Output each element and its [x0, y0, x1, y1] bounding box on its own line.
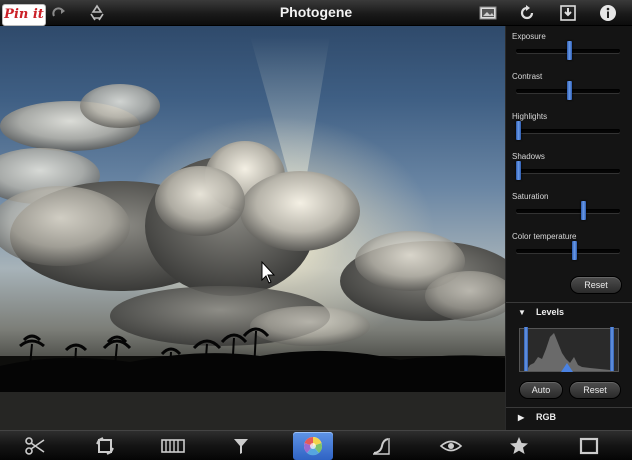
exposure-slider-thumb[interactable]: [567, 41, 573, 60]
reset-adjustments-button[interactable]: Reset: [570, 276, 622, 294]
bottom-toolbar: [0, 430, 632, 460]
levels-black-point-handle[interactable]: [523, 327, 528, 371]
adjustment-saturation: Saturation: [512, 192, 624, 232]
pin-it-button[interactable]: Pin it: [2, 4, 46, 26]
levels-white-point-handle[interactable]: [610, 327, 615, 371]
adjustment-label: Color temperature: [512, 232, 577, 241]
highlights-slider-track[interactable]: [516, 129, 620, 133]
info-icon[interactable]: [597, 2, 619, 24]
adjustment-label: Exposure: [512, 32, 546, 41]
highlights-slider-thumb[interactable]: [516, 121, 521, 140]
adjustment-label: Shadows: [512, 152, 545, 161]
levels-histogram[interactable]: [519, 327, 619, 372]
rgb-section-header[interactable]: ▶ RGB: [506, 407, 632, 427]
shadows-slider-thumb[interactable]: [516, 161, 521, 180]
image-icon[interactable]: [477, 2, 499, 24]
saturation-slider-track[interactable]: [516, 209, 620, 213]
rgb-title: RGB: [536, 412, 556, 422]
levels-title: Levels: [536, 307, 565, 317]
collapsed-triangle-icon: ▶: [518, 413, 525, 422]
levels-midtone-handle[interactable]: [561, 363, 574, 372]
crop-icon[interactable]: [22, 434, 48, 458]
filter-icon[interactable]: [228, 434, 254, 458]
curves-icon[interactable]: [368, 434, 394, 458]
contrast-slider-thumb[interactable]: [567, 81, 573, 100]
rotate-icon[interactable]: [92, 434, 118, 458]
levels-section-header[interactable]: ▼ Levels: [506, 302, 632, 322]
color-temperature-slider-thumb[interactable]: [572, 241, 578, 260]
adjustment-label: Highlights: [512, 112, 548, 121]
levels-auto-button[interactable]: Auto: [519, 381, 563, 399]
adjustment-label: Saturation: [512, 192, 549, 201]
adjustment-highlights: Highlights: [512, 112, 624, 152]
levels-reset-button[interactable]: Reset: [569, 381, 621, 399]
refresh-icon[interactable]: [516, 2, 538, 24]
saturation-slider-thumb[interactable]: [581, 201, 587, 220]
star-icon[interactable]: [506, 434, 532, 458]
adjustments-panel: Exposure Contrast Highlights Shadows Sat…: [505, 26, 632, 430]
adjustment-shadows: Shadows: [512, 152, 624, 192]
adjustment-color-temperature: Color temperature: [512, 232, 624, 272]
expanded-triangle-icon: ▼: [518, 308, 526, 317]
shadows-slider-track[interactable]: [516, 169, 620, 173]
photo-canvas[interactable]: [0, 26, 505, 430]
adjustment-contrast: Contrast: [512, 72, 624, 112]
adjustment-label: Contrast: [512, 72, 543, 81]
color-wheel-icon[interactable]: [300, 434, 326, 458]
redeye-icon[interactable]: [438, 434, 464, 458]
color-temperature-slider-track[interactable]: [516, 249, 620, 253]
adjustment-exposure: Exposure: [512, 32, 624, 72]
straighten-icon[interactable]: [160, 434, 186, 458]
save-icon[interactable]: [557, 2, 579, 24]
frame-icon[interactable]: [576, 434, 602, 458]
top-toolbar: Pin it Photogene: [0, 0, 632, 26]
